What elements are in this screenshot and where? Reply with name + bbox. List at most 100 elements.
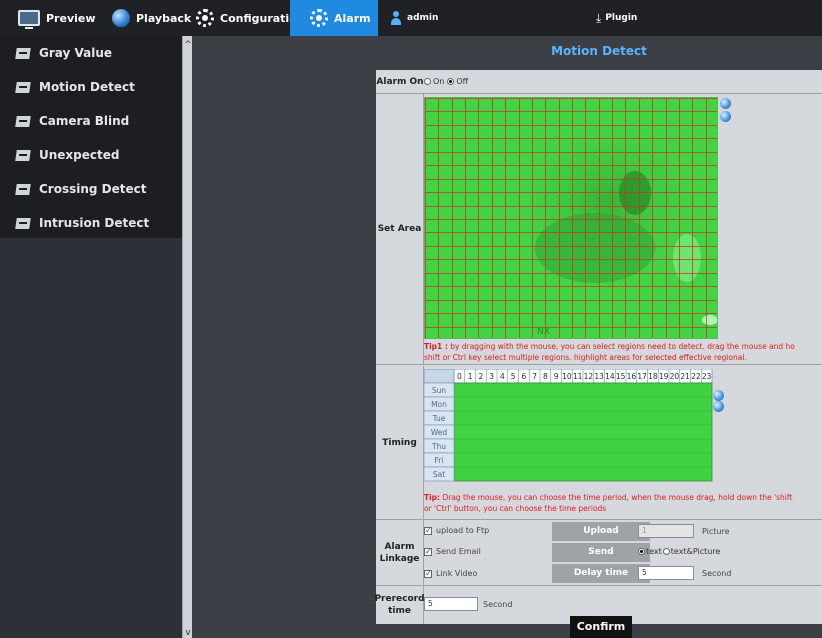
monitor-icon [18, 10, 40, 29]
prerecord-label-line2: time [388, 606, 411, 616]
nav-preview-label: Preview [46, 11, 96, 25]
prerecord-unit: Second [483, 600, 513, 609]
timing-tip-line1: Drag the mouse, you can choose the time … [440, 493, 793, 502]
timing-day-label: Wed [431, 428, 448, 437]
timing-clear-icon[interactable] [713, 401, 724, 412]
top-navigation-bar: Preview Playback Configuration Alarm adm… [0, 0, 822, 36]
download-icon: ⤓ [596, 10, 602, 25]
main-content: Motion Detect Alarm On On Off Set Area N… [192, 36, 822, 638]
send-email-checkbox[interactable]: ✓ [424, 547, 432, 556]
timing-tip-line2: or 'Ctrl' button, you can choose the tim… [424, 504, 607, 513]
timing-hour-label: 18 [648, 372, 658, 381]
sidebar-item-label: Motion Detect [39, 80, 135, 94]
upload-ftp-label: upload to Ftp [436, 526, 490, 535]
alarm-linkage-label-line2: Linkage [379, 553, 420, 564]
alarm-linkage-row: Alarm Linkage ✓ upload to Ftp ✓ Send Emai… [376, 520, 822, 586]
upload-header: Upload [552, 522, 650, 541]
video-overlay-text: NX [537, 327, 550, 337]
alarm-linkage-label-line1: Alarm [384, 541, 415, 552]
nav-plugin[interactable]: ⤓ Plugin [596, 0, 637, 36]
sidebar-item-motion-detect[interactable]: Motion Detect [0, 70, 182, 104]
timing-hour-label: 0 [457, 372, 462, 381]
edit-icon [15, 217, 31, 229]
sidebar-item-unexpected[interactable]: Unexpected [0, 138, 182, 172]
timing-hour-label: 12 [584, 372, 594, 381]
timing-schedule-grid[interactable]: 0 1 2 3 4 5 6 7 8 9 10 11 12 13 14 15 16 17 18 19 20 21 22 23Su… [424, 369, 714, 483]
send-options: text text&Picture [638, 547, 720, 556]
timing-hour-label: 21 [680, 372, 690, 381]
sidebar-item-label: Crossing Detect [39, 182, 147, 196]
upload-count-input[interactable]: 1 [638, 524, 694, 538]
upload-unit: Picture [702, 527, 730, 536]
timing-corner-cell [424, 369, 455, 384]
timing-hour-label: 2 [478, 372, 483, 381]
alarm-on-radio-off[interactable] [447, 78, 455, 85]
timing-hour-label: 16 [627, 372, 637, 381]
delay-time-input[interactable]: 5 [638, 566, 694, 580]
timing-tip: Tip: Drag the mouse, you can choose the … [424, 492, 792, 503]
page-title: Motion Detect [551, 44, 647, 58]
link-video-option[interactable]: ✓ Link Video [424, 569, 477, 578]
edit-icon [15, 115, 31, 127]
timing-select-all-icon[interactable] [713, 390, 724, 401]
edit-icon [15, 47, 31, 59]
playback-globe-icon [112, 9, 130, 27]
set-area-label: Set Area [376, 94, 424, 364]
timing-row: Timing 0 1 2 3 4 5 6 7 8 9 10 11 12 13 14 15 16 17 18 19 20 2… [376, 366, 822, 520]
motion-area-grid[interactable]: NX [424, 97, 718, 339]
select-all-icon[interactable] [720, 98, 731, 109]
sidebar-item-crossing-detect[interactable]: Crossing Detect [0, 172, 182, 206]
alarm-on-options: On Off [424, 77, 468, 86]
set-area-tip: Tip1 : by dragging with the mouse, you c… [424, 341, 795, 352]
sidebar-item-camera-blind[interactable]: Camera Blind [0, 104, 182, 138]
nav-alarm[interactable]: Alarm [290, 0, 378, 36]
prerecord-label: Prerecord time [374, 586, 425, 624]
timing-hour-label: 17 [637, 372, 647, 381]
delay-time-unit: Second [702, 569, 732, 578]
timing-active-area[interactable] [453, 382, 713, 482]
alarm-gear-icon [310, 9, 328, 27]
timing-hour-label: 8 [543, 372, 548, 381]
user-icon [391, 11, 401, 25]
nav-preview[interactable]: Preview [18, 0, 96, 36]
send-email-label: Send Email [436, 547, 481, 556]
timing-hour-label: 3 [489, 372, 494, 381]
nav-alarm-label: Alarm [334, 11, 371, 25]
sidebar-menu: Gray Value Motion Detect Camera Blind Un… [0, 36, 182, 238]
sidebar-item-intrusion-detect[interactable]: Intrusion Detect [0, 206, 182, 240]
timing-hour-label: 1 [468, 372, 473, 381]
edit-icon [15, 149, 31, 161]
upload-ftp-checkbox[interactable]: ✓ [424, 526, 432, 535]
motion-grid-canvas[interactable]: NX [425, 98, 718, 339]
clear-all-icon[interactable] [720, 111, 731, 122]
nav-configuration[interactable]: Configuration [196, 0, 305, 36]
edit-icon [15, 81, 31, 93]
prerecord-input[interactable]: 5 [424, 597, 478, 611]
user-menu[interactable]: admin [391, 0, 438, 36]
send-text-radio[interactable] [638, 548, 645, 555]
upload-ftp-option[interactable]: ✓ upload to Ftp [424, 526, 489, 535]
timing-hour-label: 20 [670, 372, 680, 381]
link-video-checkbox[interactable]: ✓ [424, 569, 432, 578]
gear-icon [196, 9, 214, 27]
timing-hour-label: 10 [562, 372, 572, 381]
sidebar-item-label: Unexpected [39, 148, 120, 162]
timing-day-label: Tue [432, 414, 446, 423]
timing-hour-label: 7 [532, 372, 537, 381]
edit-icon [15, 183, 31, 195]
prerecord-label-line1: Prerecord [374, 594, 425, 604]
confirm-button[interactable]: Confirm [570, 616, 632, 638]
send-email-option[interactable]: ✓ Send Email [424, 547, 481, 556]
alarm-on-on-label: On [433, 77, 445, 86]
sidebar: Gray Value Motion Detect Camera Blind Un… [0, 36, 192, 638]
alarm-on-radio-on[interactable] [424, 78, 431, 85]
timing-day-label: Sat [433, 470, 445, 479]
send-text-picture-label: text&Picture [670, 547, 721, 556]
sidebar-item-gray-value[interactable]: Gray Value [0, 36, 182, 70]
send-text-picture-radio[interactable] [662, 548, 670, 555]
timing-hour-label: 13 [594, 372, 604, 381]
timing-hour-label: 9 [554, 372, 559, 381]
nav-playback[interactable]: Playback [112, 0, 191, 36]
sidebar-scrollbar[interactable]: ^ v [182, 36, 192, 638]
link-video-label: Link Video [436, 569, 478, 578]
